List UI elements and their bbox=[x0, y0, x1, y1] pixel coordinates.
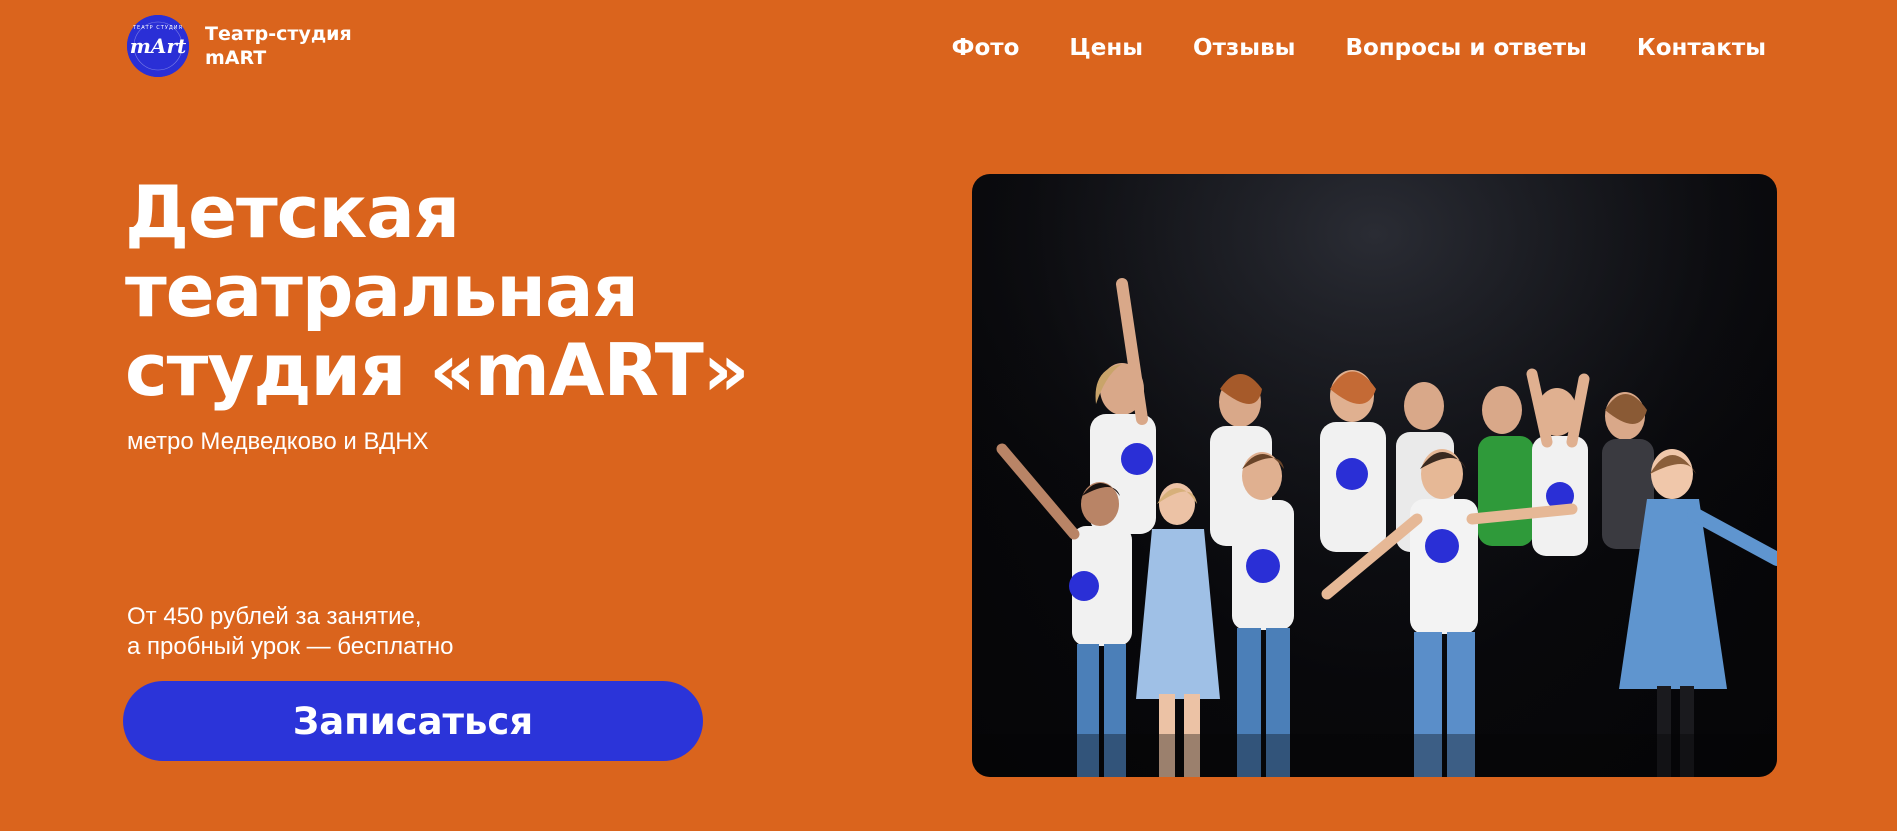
brand-name[interactable]: Театр-студия mART bbox=[205, 22, 375, 70]
logo[interactable]: mArt ТЕАТР СТУДИЯ bbox=[127, 15, 189, 77]
hero-title-line: студия «mART» bbox=[125, 328, 749, 412]
metro-stations: метро Медведково и ВДНХ bbox=[127, 428, 429, 455]
price-info: От 450 рублей за занятие, а пробный урок… bbox=[127, 602, 454, 662]
nav-reviews[interactable]: Отзывы bbox=[1193, 32, 1295, 64]
nav-photo[interactable]: Фото bbox=[952, 32, 1020, 64]
main-nav: Фото Цены Отзывы Вопросы и ответы Контак… bbox=[952, 32, 1766, 64]
nav-contacts[interactable]: Контакты bbox=[1637, 32, 1766, 64]
nav-prices[interactable]: Цены bbox=[1069, 32, 1143, 64]
nav-faq[interactable]: Вопросы и ответы bbox=[1345, 32, 1586, 64]
svg-text:ТЕАТР СТУДИЯ: ТЕАТР СТУДИЯ bbox=[132, 25, 183, 31]
group-photo-icon bbox=[972, 174, 1777, 777]
hero-photo bbox=[972, 174, 1777, 777]
hero-title-line: Детская bbox=[125, 170, 460, 254]
mart-logo-icon: mArt ТЕАТР СТУДИЯ bbox=[127, 15, 189, 77]
hero-title: Детская театральная студия «mART» bbox=[125, 173, 925, 410]
price-line: а пробный урок — бесплатно bbox=[127, 633, 454, 660]
price-line: От 450 рублей за занятие, bbox=[127, 603, 422, 630]
hero-title-line: театральная bbox=[125, 249, 639, 333]
signup-button[interactable]: Записаться bbox=[123, 681, 703, 761]
svg-text:mArt: mArt bbox=[130, 34, 187, 58]
